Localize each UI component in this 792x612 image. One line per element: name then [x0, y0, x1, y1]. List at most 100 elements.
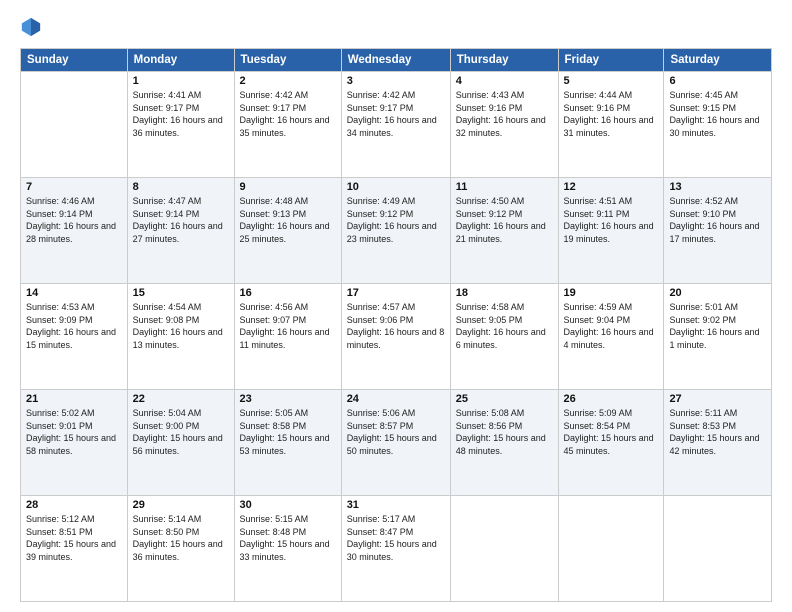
day-number: 25	[456, 393, 553, 405]
day-number: 29	[133, 499, 229, 511]
day-info: Sunrise: 5:08 AMSunset: 8:56 PMDaylight:…	[456, 408, 546, 456]
table-row: 2 Sunrise: 4:42 AMSunset: 9:17 PMDayligh…	[234, 72, 341, 178]
day-info: Sunrise: 4:48 AMSunset: 9:13 PMDaylight:…	[240, 196, 330, 244]
table-row: 28 Sunrise: 5:12 AMSunset: 8:51 PMDaylig…	[21, 496, 128, 602]
day-info: Sunrise: 4:45 AMSunset: 9:15 PMDaylight:…	[669, 90, 759, 138]
day-info: Sunrise: 5:02 AMSunset: 9:01 PMDaylight:…	[26, 408, 116, 456]
day-info: Sunrise: 5:12 AMSunset: 8:51 PMDaylight:…	[26, 514, 116, 562]
col-tuesday: Tuesday	[234, 49, 341, 72]
logo-icon	[20, 16, 42, 38]
page: Sunday Monday Tuesday Wednesday Thursday…	[0, 0, 792, 612]
day-info: Sunrise: 4:56 AMSunset: 9:07 PMDaylight:…	[240, 302, 330, 350]
table-row: 8 Sunrise: 4:47 AMSunset: 9:14 PMDayligh…	[127, 178, 234, 284]
day-info: Sunrise: 5:11 AMSunset: 8:53 PMDaylight:…	[669, 408, 759, 456]
table-row: 17 Sunrise: 4:57 AMSunset: 9:06 PMDaylig…	[341, 284, 450, 390]
day-number: 14	[26, 287, 122, 299]
col-sunday: Sunday	[21, 49, 128, 72]
day-number: 12	[564, 181, 659, 193]
day-number: 31	[347, 499, 445, 511]
col-saturday: Saturday	[664, 49, 772, 72]
table-row: 26 Sunrise: 5:09 AMSunset: 8:54 PMDaylig…	[558, 390, 664, 496]
day-info: Sunrise: 4:49 AMSunset: 9:12 PMDaylight:…	[347, 196, 437, 244]
table-row: 31 Sunrise: 5:17 AMSunset: 8:47 PMDaylig…	[341, 496, 450, 602]
table-row: 22 Sunrise: 5:04 AMSunset: 9:00 PMDaylig…	[127, 390, 234, 496]
day-info: Sunrise: 4:46 AMSunset: 9:14 PMDaylight:…	[26, 196, 116, 244]
table-row: 21 Sunrise: 5:02 AMSunset: 9:01 PMDaylig…	[21, 390, 128, 496]
table-row: 4 Sunrise: 4:43 AMSunset: 9:16 PMDayligh…	[450, 72, 558, 178]
day-info: Sunrise: 5:15 AMSunset: 8:48 PMDaylight:…	[240, 514, 330, 562]
day-info: Sunrise: 4:47 AMSunset: 9:14 PMDaylight:…	[133, 196, 223, 244]
day-number: 27	[669, 393, 766, 405]
day-info: Sunrise: 4:53 AMSunset: 9:09 PMDaylight:…	[26, 302, 116, 350]
day-number: 30	[240, 499, 336, 511]
table-row: 27 Sunrise: 5:11 AMSunset: 8:53 PMDaylig…	[664, 390, 772, 496]
table-row: 13 Sunrise: 4:52 AMSunset: 9:10 PMDaylig…	[664, 178, 772, 284]
table-row	[450, 496, 558, 602]
day-number: 9	[240, 181, 336, 193]
col-wednesday: Wednesday	[341, 49, 450, 72]
day-info: Sunrise: 5:06 AMSunset: 8:57 PMDaylight:…	[347, 408, 437, 456]
day-number: 22	[133, 393, 229, 405]
day-info: Sunrise: 4:43 AMSunset: 9:16 PMDaylight:…	[456, 90, 546, 138]
day-info: Sunrise: 4:42 AMSunset: 9:17 PMDaylight:…	[240, 90, 330, 138]
table-row: 11 Sunrise: 4:50 AMSunset: 9:12 PMDaylig…	[450, 178, 558, 284]
day-info: Sunrise: 5:17 AMSunset: 8:47 PMDaylight:…	[347, 514, 437, 562]
table-row: 15 Sunrise: 4:54 AMSunset: 9:08 PMDaylig…	[127, 284, 234, 390]
day-info: Sunrise: 4:54 AMSunset: 9:08 PMDaylight:…	[133, 302, 223, 350]
day-info: Sunrise: 4:59 AMSunset: 9:04 PMDaylight:…	[564, 302, 654, 350]
day-number: 11	[456, 181, 553, 193]
day-number: 23	[240, 393, 336, 405]
table-row: 29 Sunrise: 5:14 AMSunset: 8:50 PMDaylig…	[127, 496, 234, 602]
day-number: 7	[26, 181, 122, 193]
day-number: 2	[240, 75, 336, 87]
calendar-week-row: 28 Sunrise: 5:12 AMSunset: 8:51 PMDaylig…	[21, 496, 772, 602]
calendar-week-row: 1 Sunrise: 4:41 AMSunset: 9:17 PMDayligh…	[21, 72, 772, 178]
day-number: 5	[564, 75, 659, 87]
calendar-header-row: Sunday Monday Tuesday Wednesday Thursday…	[21, 49, 772, 72]
table-row	[664, 496, 772, 602]
table-row: 18 Sunrise: 4:58 AMSunset: 9:05 PMDaylig…	[450, 284, 558, 390]
table-row: 7 Sunrise: 4:46 AMSunset: 9:14 PMDayligh…	[21, 178, 128, 284]
table-row: 19 Sunrise: 4:59 AMSunset: 9:04 PMDaylig…	[558, 284, 664, 390]
day-info: Sunrise: 5:04 AMSunset: 9:00 PMDaylight:…	[133, 408, 223, 456]
day-info: Sunrise: 5:05 AMSunset: 8:58 PMDaylight:…	[240, 408, 330, 456]
table-row: 30 Sunrise: 5:15 AMSunset: 8:48 PMDaylig…	[234, 496, 341, 602]
table-row: 10 Sunrise: 4:49 AMSunset: 9:12 PMDaylig…	[341, 178, 450, 284]
day-number: 15	[133, 287, 229, 299]
table-row: 25 Sunrise: 5:08 AMSunset: 8:56 PMDaylig…	[450, 390, 558, 496]
day-info: Sunrise: 5:09 AMSunset: 8:54 PMDaylight:…	[564, 408, 654, 456]
day-number: 3	[347, 75, 445, 87]
day-info: Sunrise: 4:42 AMSunset: 9:17 PMDaylight:…	[347, 90, 437, 138]
day-number: 21	[26, 393, 122, 405]
table-row: 12 Sunrise: 4:51 AMSunset: 9:11 PMDaylig…	[558, 178, 664, 284]
table-row	[558, 496, 664, 602]
day-info: Sunrise: 4:52 AMSunset: 9:10 PMDaylight:…	[669, 196, 759, 244]
day-info: Sunrise: 5:01 AMSunset: 9:02 PMDaylight:…	[669, 302, 759, 350]
day-number: 8	[133, 181, 229, 193]
day-number: 4	[456, 75, 553, 87]
logo	[20, 18, 46, 40]
calendar-week-row: 14 Sunrise: 4:53 AMSunset: 9:09 PMDaylig…	[21, 284, 772, 390]
day-number: 19	[564, 287, 659, 299]
table-row: 6 Sunrise: 4:45 AMSunset: 9:15 PMDayligh…	[664, 72, 772, 178]
table-row: 23 Sunrise: 5:05 AMSunset: 8:58 PMDaylig…	[234, 390, 341, 496]
day-info: Sunrise: 4:51 AMSunset: 9:11 PMDaylight:…	[564, 196, 654, 244]
table-row: 24 Sunrise: 5:06 AMSunset: 8:57 PMDaylig…	[341, 390, 450, 496]
col-monday: Monday	[127, 49, 234, 72]
day-number: 10	[347, 181, 445, 193]
table-row	[21, 72, 128, 178]
day-number: 16	[240, 287, 336, 299]
table-row: 16 Sunrise: 4:56 AMSunset: 9:07 PMDaylig…	[234, 284, 341, 390]
day-number: 18	[456, 287, 553, 299]
day-info: Sunrise: 4:44 AMSunset: 9:16 PMDaylight:…	[564, 90, 654, 138]
day-info: Sunrise: 4:58 AMSunset: 9:05 PMDaylight:…	[456, 302, 546, 350]
col-friday: Friday	[558, 49, 664, 72]
table-row: 20 Sunrise: 5:01 AMSunset: 9:02 PMDaylig…	[664, 284, 772, 390]
table-row: 14 Sunrise: 4:53 AMSunset: 9:09 PMDaylig…	[21, 284, 128, 390]
day-number: 26	[564, 393, 659, 405]
day-number: 20	[669, 287, 766, 299]
day-number: 1	[133, 75, 229, 87]
col-thursday: Thursday	[450, 49, 558, 72]
day-number: 6	[669, 75, 766, 87]
day-number: 24	[347, 393, 445, 405]
